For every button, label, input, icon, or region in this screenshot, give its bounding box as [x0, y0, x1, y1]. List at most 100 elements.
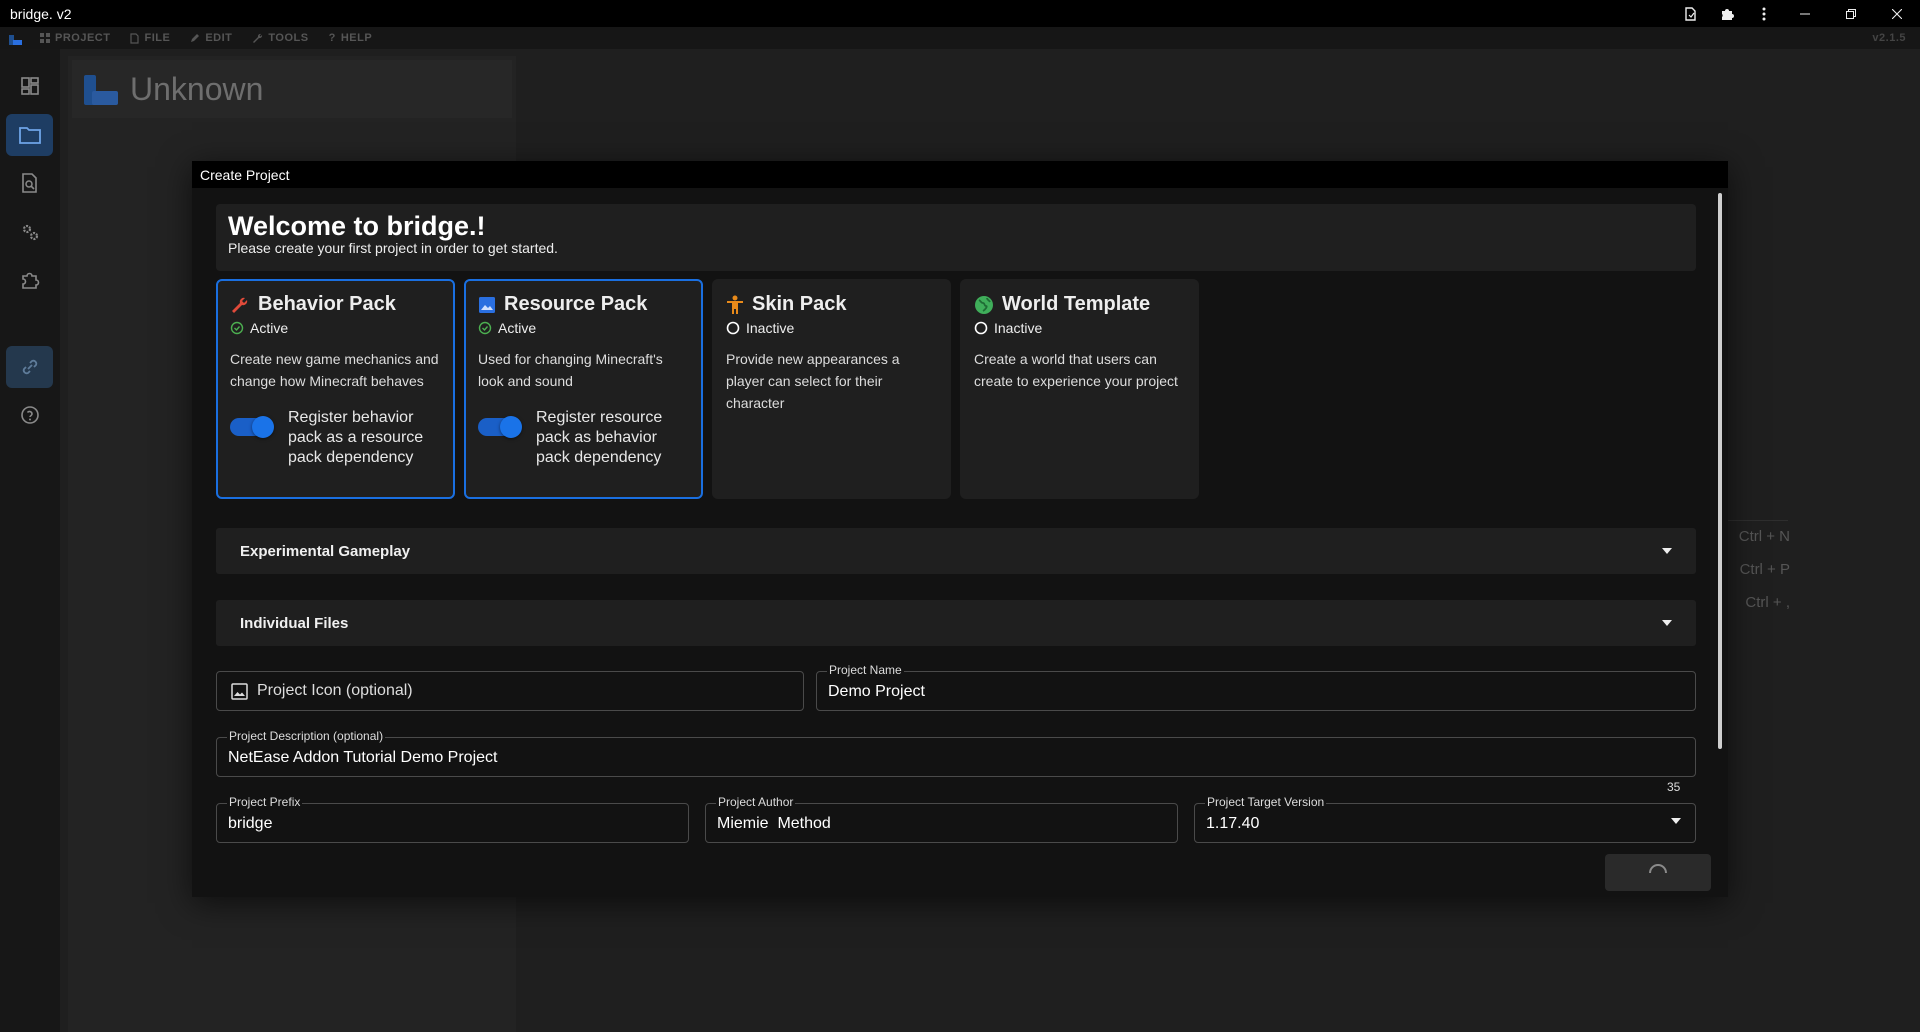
project-target-version-value: 1.17.40 [1206, 815, 1260, 832]
loading-spinner-icon [1649, 863, 1667, 873]
project-description-label: Project Description (optional) [227, 729, 386, 743]
file-icon [130, 32, 140, 44]
sidebar-extensions-button[interactable] [6, 259, 53, 301]
pack-description: Used for changing Minecraft's look and s… [478, 351, 663, 389]
dashboard-icon [20, 77, 39, 95]
pack-name: World Template [1002, 293, 1151, 315]
sidebar-explorer-button[interactable] [6, 114, 53, 156]
project-icon-input[interactable]: Project Icon (optional) [216, 671, 804, 711]
project-name-value: Demo Project [828, 683, 925, 700]
behavior-dependency-toggle[interactable] [230, 416, 274, 438]
check-circle-icon [230, 321, 244, 335]
background-project-name: Unknown [130, 70, 264, 107]
pack-card-resource[interactable]: Resource Pack Active Used for changing M… [464, 279, 703, 499]
circle-outline-icon [726, 321, 740, 335]
sidebar-dashboard-button[interactable] [6, 65, 53, 107]
file-icon[interactable] [1671, 0, 1708, 27]
window-title: bridge. v2 [10, 5, 72, 22]
shortcut-new: Ctrl + N [1738, 528, 1790, 545]
pack-card-skin[interactable]: Skin Pack Inactive Provide new appearanc… [712, 279, 951, 499]
menu-edit-label: EDIT [205, 32, 233, 44]
question-icon: ? [328, 32, 336, 44]
pack-description: Provide new appearances a player can sel… [726, 351, 900, 411]
background-project-header: Unknown [72, 60, 512, 118]
wrench-icon [253, 33, 263, 43]
project-author-label: Project Author [716, 795, 796, 809]
menu-project[interactable]: PROJECT [30, 32, 120, 44]
check-circle-icon [478, 321, 492, 335]
accordion-individual-files[interactable]: Individual Files [216, 600, 1696, 646]
chevron-down-icon [1671, 818, 1681, 824]
grid-icon [40, 33, 50, 43]
sidebar-settings-button[interactable] [6, 211, 53, 253]
project-name-field[interactable]: Project Name Demo Project [816, 663, 1696, 711]
wrench-icon [232, 297, 248, 313]
gear-icon [22, 224, 38, 241]
pack-card-behavior[interactable]: Behavior Pack Active Create new game mec… [216, 279, 455, 499]
sidebar [0, 49, 60, 1032]
welcome-subtitle: Please create your first project in orde… [228, 240, 558, 256]
create-project-button[interactable] [1605, 854, 1711, 891]
dialog-scrollbar[interactable] [1718, 193, 1722, 749]
puzzle-icon [21, 272, 39, 289]
pack-name: Resource Pack [504, 293, 648, 315]
help-circle-icon [20, 406, 39, 424]
window-titlebar: bridge. v2 [0, 0, 1920, 27]
welcome-banner: Welcome to bridge.! Please create your f… [216, 204, 1696, 271]
create-project-dialog: Create Project Welcome to bridge.! Pleas… [192, 161, 1728, 897]
app-version: v2.1.5 [1872, 32, 1906, 44]
chevron-down-icon [1662, 620, 1672, 626]
pack-name: Skin Pack [752, 293, 847, 315]
project-author-value: Miemie Method [717, 815, 831, 832]
menu-tools-label: TOOLS [268, 32, 309, 44]
project-target-version-label: Project Target Version [1205, 795, 1327, 809]
more-vertical-icon[interactable] [1745, 0, 1782, 27]
sidebar-connect-button[interactable] [6, 346, 53, 388]
project-author-field[interactable]: Project Author Miemie Method [705, 795, 1178, 843]
pack-status: Active [498, 320, 537, 336]
pack-status: Inactive [746, 320, 795, 336]
welcome-title: Welcome to bridge.! [228, 211, 486, 241]
pack-description: Create a world that users can create to … [974, 351, 1178, 389]
pack-description: Create new game mechanics and change how… [230, 351, 439, 389]
project-prefix-label: Project Prefix [227, 795, 303, 809]
image-icon [231, 683, 248, 700]
toggle-label: Register behavior pack as a resource pac… [288, 409, 424, 466]
bridge-logo-icon [0, 27, 30, 49]
chevron-down-icon [1662, 548, 1672, 554]
pack-selection: Behavior Pack Active Create new game mec… [216, 279, 1199, 499]
project-name-label: Project Name [827, 663, 904, 677]
menu-edit[interactable]: EDIT [180, 32, 242, 44]
project-prefix-field[interactable]: Project Prefix bridge [216, 795, 689, 843]
project-description-field[interactable]: Project Description (optional) NetEase A… [216, 729, 1696, 777]
sidebar-search-button[interactable] [6, 162, 53, 204]
shortcut-settings: Ctrl + , [1745, 594, 1790, 611]
pack-status: Inactive [994, 320, 1043, 336]
sidebar-help-button[interactable] [6, 394, 53, 436]
extension-icon[interactable] [1708, 0, 1745, 27]
resource-dependency-toggle[interactable] [478, 416, 522, 438]
pencil-icon [191, 34, 200, 42]
project-target-version-select[interactable]: Project Target Version 1.17.40 [1194, 795, 1696, 843]
globe-icon [975, 295, 993, 314]
project-prefix-value: bridge [228, 815, 273, 832]
pack-name: Behavior Pack [258, 293, 396, 315]
pack-card-world[interactable]: World Template Inactive Create a world t… [960, 279, 1199, 499]
menu-file[interactable]: FILE [120, 32, 180, 44]
restore-button[interactable] [1828, 0, 1874, 27]
toggle-label: Register resource pack as behavior pack … [536, 409, 663, 466]
menu-help-label: HELP [340, 32, 373, 44]
minimize-button[interactable] [1782, 0, 1828, 27]
circle-outline-icon [974, 321, 988, 335]
accordion-label: Individual Files [240, 614, 349, 632]
image-icon [479, 296, 495, 313]
accordion-experimental-gameplay[interactable]: Experimental Gameplay [216, 528, 1696, 574]
background-shortcuts: Ctrl + N Ctrl + P Ctrl + , [1720, 520, 1790, 619]
file-search-icon [21, 173, 37, 193]
description-char-counter: 35 [1667, 780, 1681, 794]
bridge-logo-icon [84, 75, 118, 105]
menu-help[interactable]: ? HELP [319, 32, 383, 44]
menu-tools[interactable]: TOOLS [242, 32, 318, 44]
close-button[interactable] [1874, 0, 1920, 27]
menu-project-label: PROJECT [55, 32, 111, 44]
